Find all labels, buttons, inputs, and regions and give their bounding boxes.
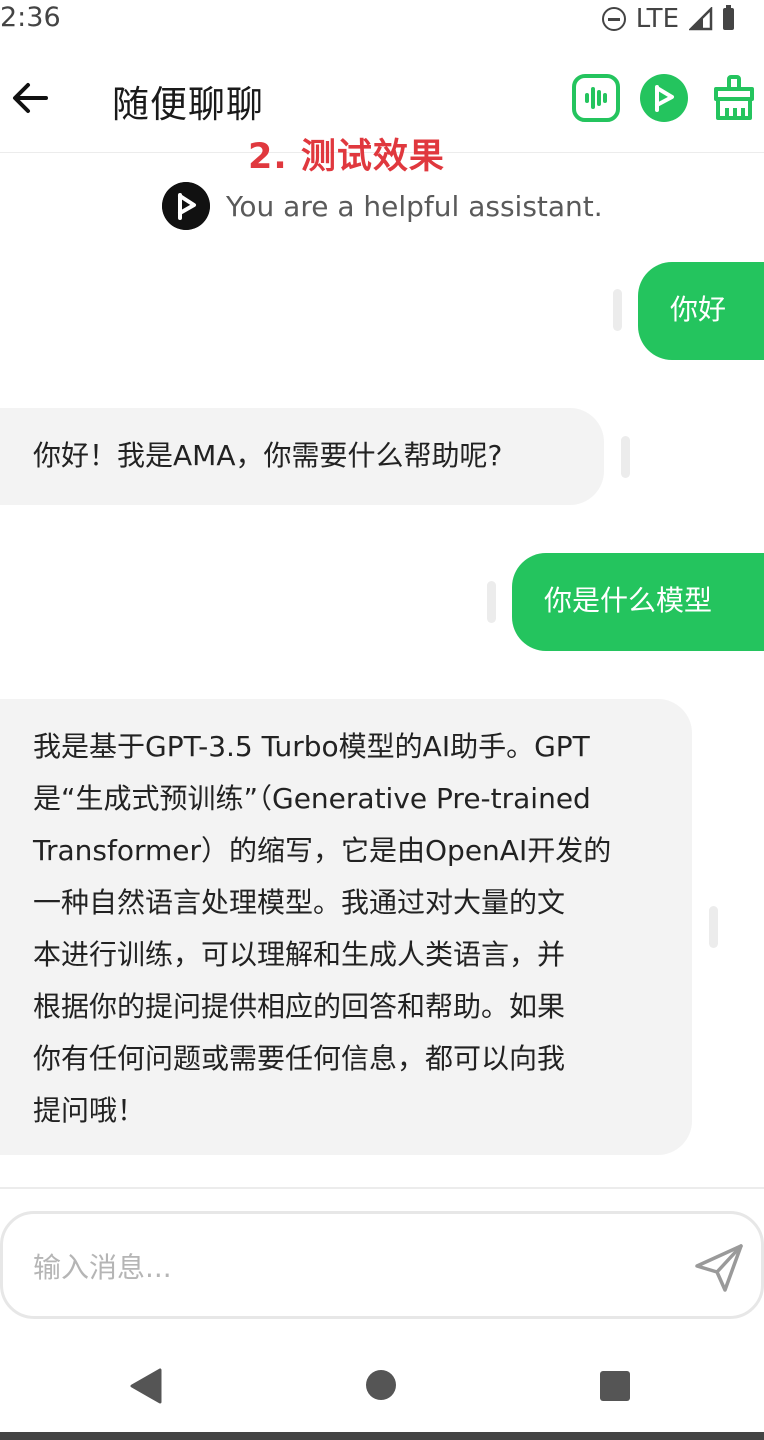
message-line: 一种自然语言处理模型。我通过对大量的文 xyxy=(33,886,566,919)
message-handle[interactable] xyxy=(487,581,496,623)
flag-icon[interactable] xyxy=(640,74,688,122)
system-prompt-text: You are a helpful assistant. xyxy=(226,189,603,223)
do-not-disturb-icon xyxy=(601,7,626,31)
message-line: 你好 xyxy=(670,293,727,326)
status-time: 2:36 xyxy=(0,2,61,33)
message-line: 根据你的提问提供相应的回答和帮助。如果 xyxy=(33,990,566,1023)
message-line: 本进行训练，可以理解和生成人类语言，并 xyxy=(33,938,566,971)
message-handle[interactable] xyxy=(709,906,718,948)
signal-icon xyxy=(689,7,713,31)
message-line: 你有任何问题或需要任何信息，都可以向我 xyxy=(33,1042,566,1075)
voice-wave-icon[interactable] xyxy=(572,74,620,122)
message-line: 你是什么模型 xyxy=(544,584,713,617)
nav-home-icon[interactable] xyxy=(366,1370,396,1400)
network-type: LTE xyxy=(635,4,679,34)
message-input[interactable]: 输入消息... xyxy=(0,1211,764,1319)
composer-divider xyxy=(0,1187,764,1189)
assistant-message[interactable]: 我是基于GPT-3.5 Turbo模型的AI助手。GPT 是“生成式预训练”（G… xyxy=(0,699,692,1155)
message-line: 是“生成式预训练”（Generative Pre-trained xyxy=(33,782,591,815)
annotation-label: 2. 测试效果 xyxy=(248,137,445,177)
status-icons: LTE xyxy=(601,2,734,36)
user-message[interactable]: 你是什么模型 xyxy=(512,553,764,651)
user-message[interactable]: 你好 xyxy=(638,262,764,360)
message-line: 你好！我是AMA，你需要什么帮助呢? xyxy=(33,439,503,472)
back-arrow-icon[interactable] xyxy=(6,74,54,122)
battery-icon xyxy=(723,5,734,30)
broom-icon[interactable] xyxy=(710,74,758,122)
message-line: 提问哦！ xyxy=(33,1094,146,1127)
message-line: Transformer）的缩写，它是由OpenAI开发的 xyxy=(33,834,612,867)
nav-back-icon[interactable] xyxy=(128,1366,164,1406)
assistant-message[interactable]: 你好！我是AMA，你需要什么帮助呢? xyxy=(0,408,604,505)
message-handle[interactable] xyxy=(613,289,622,331)
send-icon[interactable] xyxy=(693,1242,745,1294)
message-input-placeholder: 输入消息... xyxy=(33,1251,172,1284)
message-line: 我是基于GPT-3.5 Turbo模型的AI助手。GPT xyxy=(33,730,590,763)
bot-avatar-icon xyxy=(162,182,210,230)
message-handle[interactable] xyxy=(621,436,630,478)
system-prompt-row: You are a helpful assistant. xyxy=(162,182,603,230)
page-title: 随便聊聊 xyxy=(112,83,264,126)
nav-recents-icon[interactable] xyxy=(600,1371,630,1401)
gesture-bar xyxy=(0,1432,764,1440)
